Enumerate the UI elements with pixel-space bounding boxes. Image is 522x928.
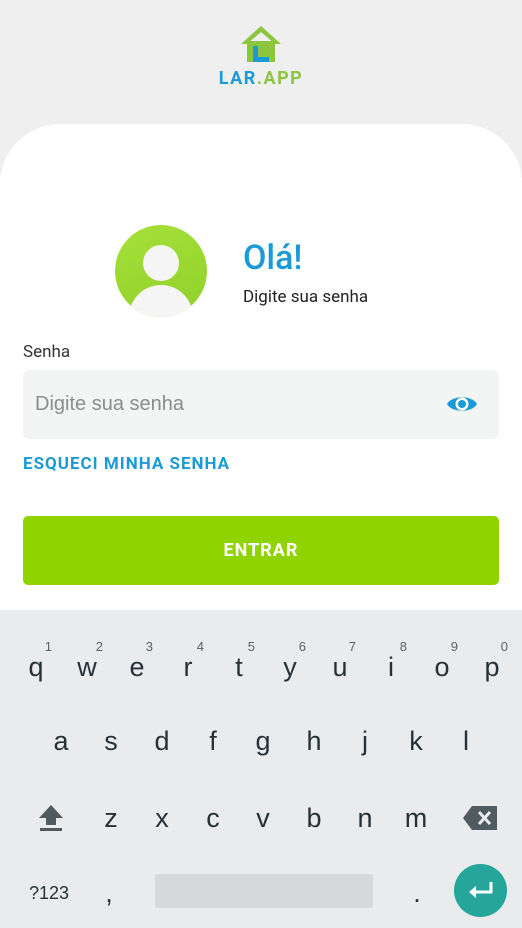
key-k[interactable]: k	[391, 713, 441, 769]
key-hint: 8	[399, 639, 407, 654]
avatar-head-shape	[143, 245, 179, 281]
key-x[interactable]: x	[137, 790, 187, 846]
key-label: u	[332, 651, 348, 682]
key-w[interactable]: w2	[62, 639, 112, 695]
key-y[interactable]: y6	[265, 639, 315, 695]
key-hint: 1	[44, 639, 52, 654]
key-v[interactable]: v	[238, 790, 288, 846]
key-a[interactable]: a	[36, 713, 86, 769]
key-n[interactable]: n	[340, 790, 390, 846]
key-hint: 6	[298, 639, 306, 654]
key-e[interactable]: e3	[112, 639, 162, 695]
comma-key[interactable]: ,	[84, 865, 134, 921]
key-s[interactable]: s	[86, 713, 136, 769]
key-i[interactable]: i8	[366, 639, 416, 695]
key-label: y	[283, 651, 297, 682]
symbols-key[interactable]: ?123	[20, 865, 78, 921]
key-label: p	[484, 651, 500, 682]
key-hint: 5	[247, 639, 255, 654]
period-key[interactable]: .	[392, 865, 442, 921]
shift-icon	[39, 805, 63, 831]
key-label: i	[388, 651, 394, 682]
password-label: Senha	[23, 342, 71, 362]
key-p[interactable]: p0	[467, 639, 517, 695]
enter-button[interactable]: ENTRAR	[23, 516, 499, 585]
logo-wordmark: LAR.APP	[0, 68, 522, 89]
key-f[interactable]: f	[188, 713, 238, 769]
forgot-password-link[interactable]: ESQUECI MINHA SENHA	[23, 454, 230, 474]
key-hint: 3	[145, 639, 153, 654]
key-hint: 4	[196, 639, 204, 654]
key-j[interactable]: j	[340, 713, 390, 769]
key-q[interactable]: q1	[11, 639, 61, 695]
key-label: w	[77, 651, 97, 682]
key-hint: 0	[500, 639, 508, 654]
key-hint: 7	[348, 639, 356, 654]
app-header: LAR.APP	[0, 0, 522, 130]
key-t[interactable]: t5	[214, 639, 264, 695]
key-label: q	[28, 651, 44, 682]
key-o[interactable]: o9	[417, 639, 467, 695]
space-key[interactable]	[155, 874, 373, 908]
key-g[interactable]: g	[238, 713, 288, 769]
key-r[interactable]: r4	[163, 639, 213, 695]
greeting-title: Olá!	[243, 238, 303, 278]
password-field[interactable]	[23, 370, 499, 439]
enter-arrow-icon	[468, 881, 492, 898]
key-z[interactable]: z	[86, 790, 136, 846]
show-password-eye-icon[interactable]	[446, 392, 478, 416]
key-d[interactable]: d	[137, 713, 187, 769]
key-label: t	[235, 651, 243, 682]
backspace-key[interactable]	[455, 790, 505, 846]
key-label: r	[183, 651, 193, 682]
key-l[interactable]: l	[441, 713, 491, 769]
shift-key[interactable]	[26, 790, 76, 846]
key-b[interactable]: b	[289, 790, 339, 846]
key-h[interactable]: h	[289, 713, 339, 769]
key-m[interactable]: m	[391, 790, 441, 846]
key-c[interactable]: c	[188, 790, 238, 846]
key-label: e	[129, 651, 145, 682]
backspace-icon	[463, 806, 497, 830]
key-hint: 9	[450, 639, 458, 654]
avatar	[115, 225, 207, 317]
key-hint: 2	[95, 639, 103, 654]
logo-app-text: APP	[263, 68, 304, 89]
greeting-subtitle: Digite sua senha	[243, 287, 369, 307]
logo-lar-text: LAR	[218, 68, 257, 89]
password-input[interactable]	[35, 370, 435, 439]
key-u[interactable]: u7	[315, 639, 365, 695]
house-logo-icon	[241, 26, 281, 62]
keyboard-enter-key[interactable]	[454, 864, 507, 917]
key-label: o	[434, 651, 450, 682]
avatar-body-shape	[129, 285, 193, 317]
